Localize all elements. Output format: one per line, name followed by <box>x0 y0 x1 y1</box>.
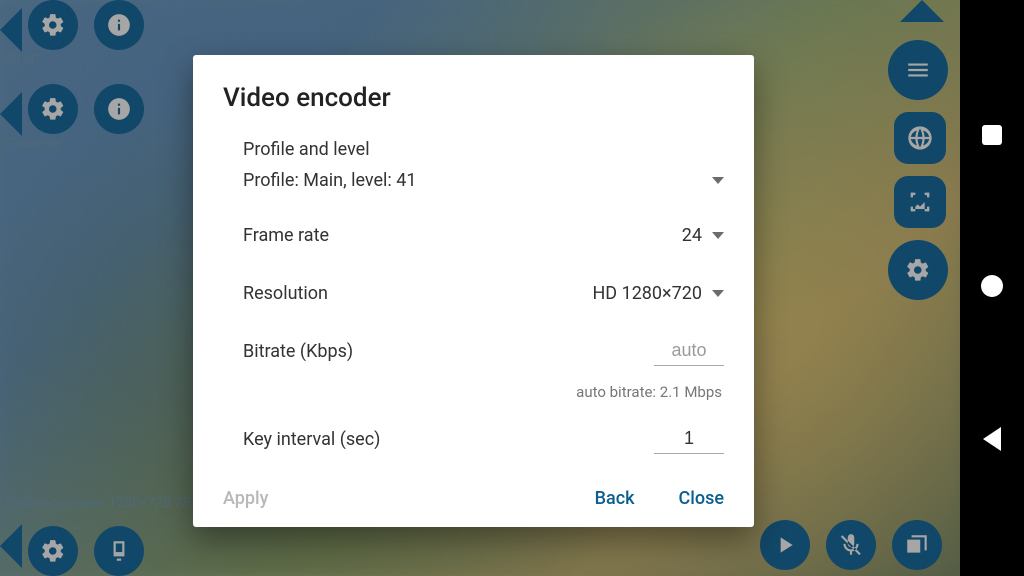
key-interval-label: Key interval (sec) <box>243 429 380 450</box>
resolution-value: HD 1280×720 <box>592 283 702 304</box>
android-back-button[interactable] <box>983 427 1001 451</box>
camera-preview: RTSP Recorder Device cameras 1280×720 28… <box>0 0 960 576</box>
resolution-row[interactable]: Resolution HD 1280×720 <box>243 273 724 313</box>
video-encoder-dialog: Video encoder Profile and level Profile:… <box>193 55 754 527</box>
apply-button[interactable]: Apply <box>223 488 268 509</box>
profile-value: Profile: Main, level: 41 <box>243 170 417 191</box>
frame-rate-label: Frame rate <box>243 225 329 246</box>
dialog-title: Video encoder <box>223 83 724 113</box>
back-button[interactable]: Back <box>595 488 635 509</box>
key-interval-row: Key interval (sec) <box>243 419 724 459</box>
bitrate-input[interactable] <box>654 336 724 366</box>
bitrate-label: Bitrate (Kbps) <box>243 341 353 362</box>
close-button[interactable]: Close <box>679 488 724 509</box>
chevron-down-icon <box>712 232 724 239</box>
frame-rate-row[interactable]: Frame rate 24 <box>243 215 724 255</box>
bitrate-row: Bitrate (Kbps) <box>243 331 724 371</box>
frame-rate-value: 24 <box>682 225 702 246</box>
android-recents-button[interactable] <box>982 125 1002 145</box>
chevron-down-icon <box>712 177 724 184</box>
key-interval-input[interactable] <box>654 424 724 454</box>
profile-dropdown[interactable]: Profile: Main, level: 41 <box>243 170 724 191</box>
android-home-button[interactable] <box>981 275 1003 297</box>
chevron-down-icon <box>712 290 724 297</box>
android-nav-bar <box>960 0 1024 576</box>
profile-section-label: Profile and level <box>243 139 724 160</box>
bitrate-hint: auto bitrate: 2.1 Mbps <box>243 383 724 401</box>
resolution-label: Resolution <box>243 283 328 304</box>
